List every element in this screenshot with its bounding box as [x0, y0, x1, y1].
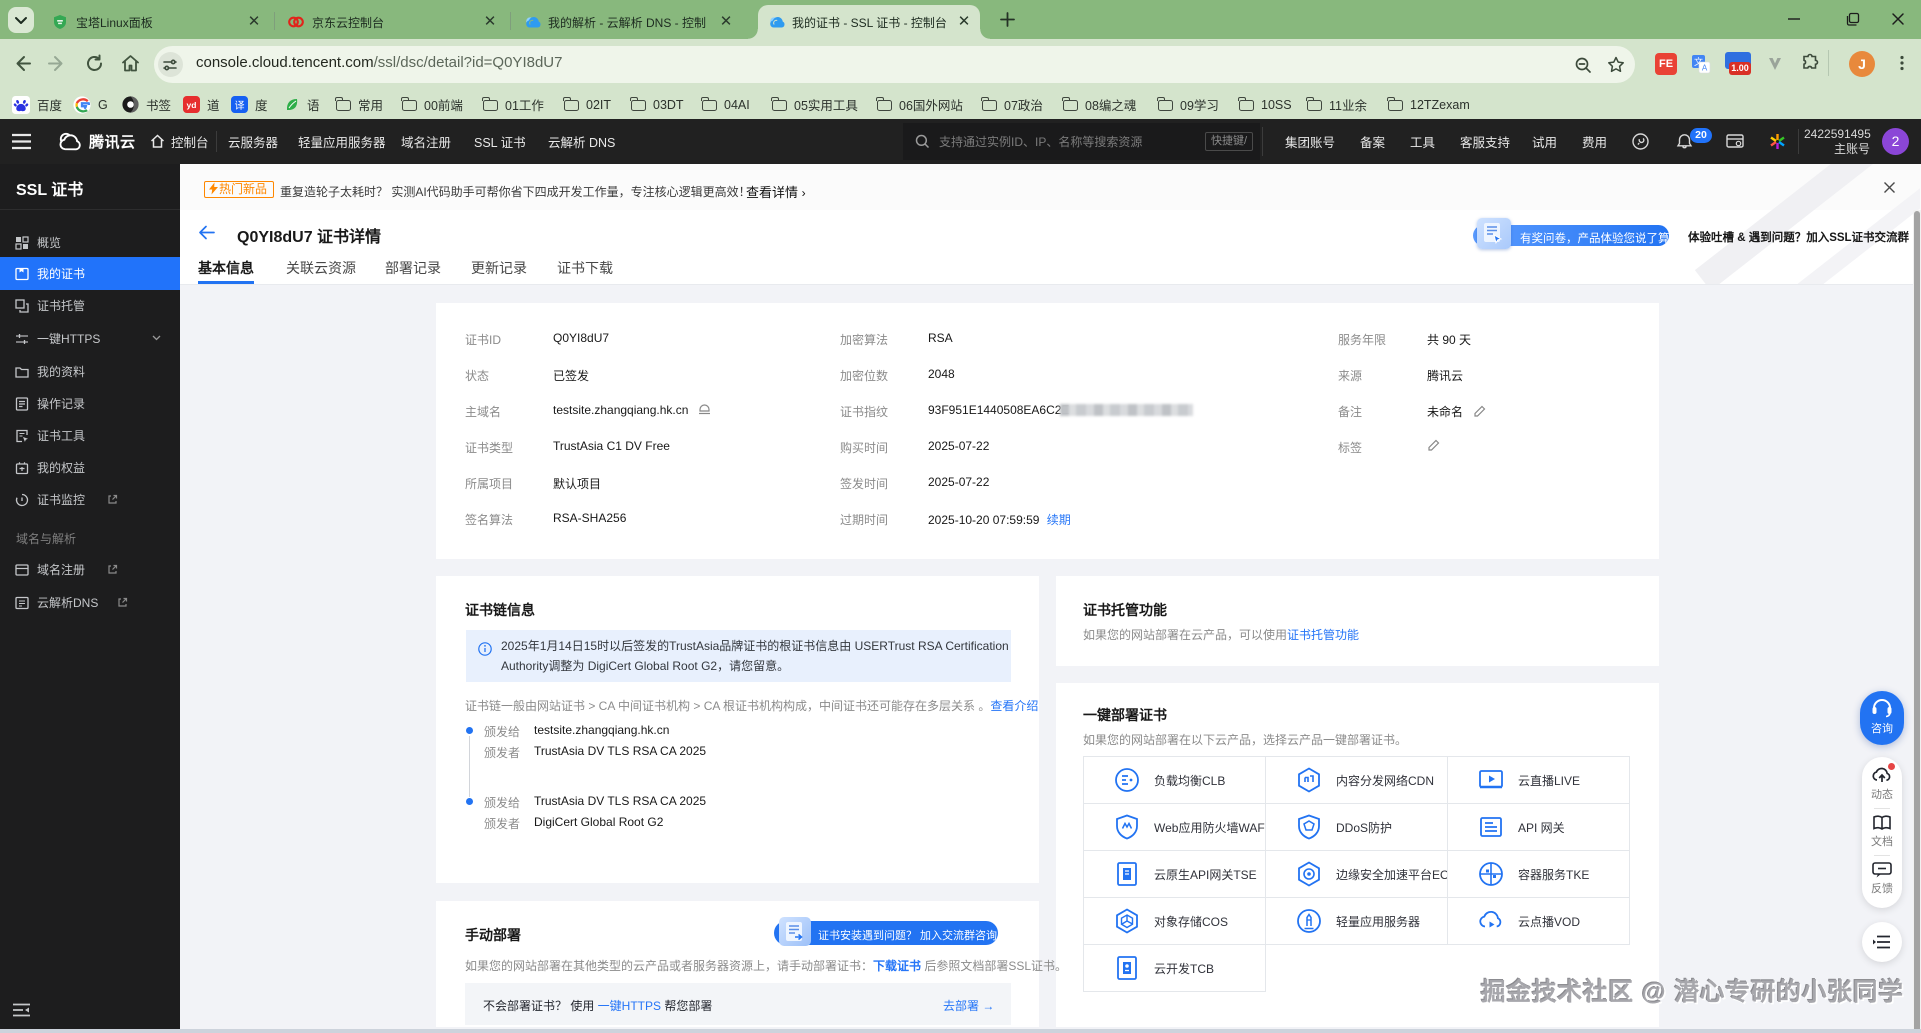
svg-text:yd: yd	[187, 100, 197, 110]
svg-text:译: 译	[234, 100, 244, 112]
svg-text:A: A	[1702, 64, 1708, 73]
